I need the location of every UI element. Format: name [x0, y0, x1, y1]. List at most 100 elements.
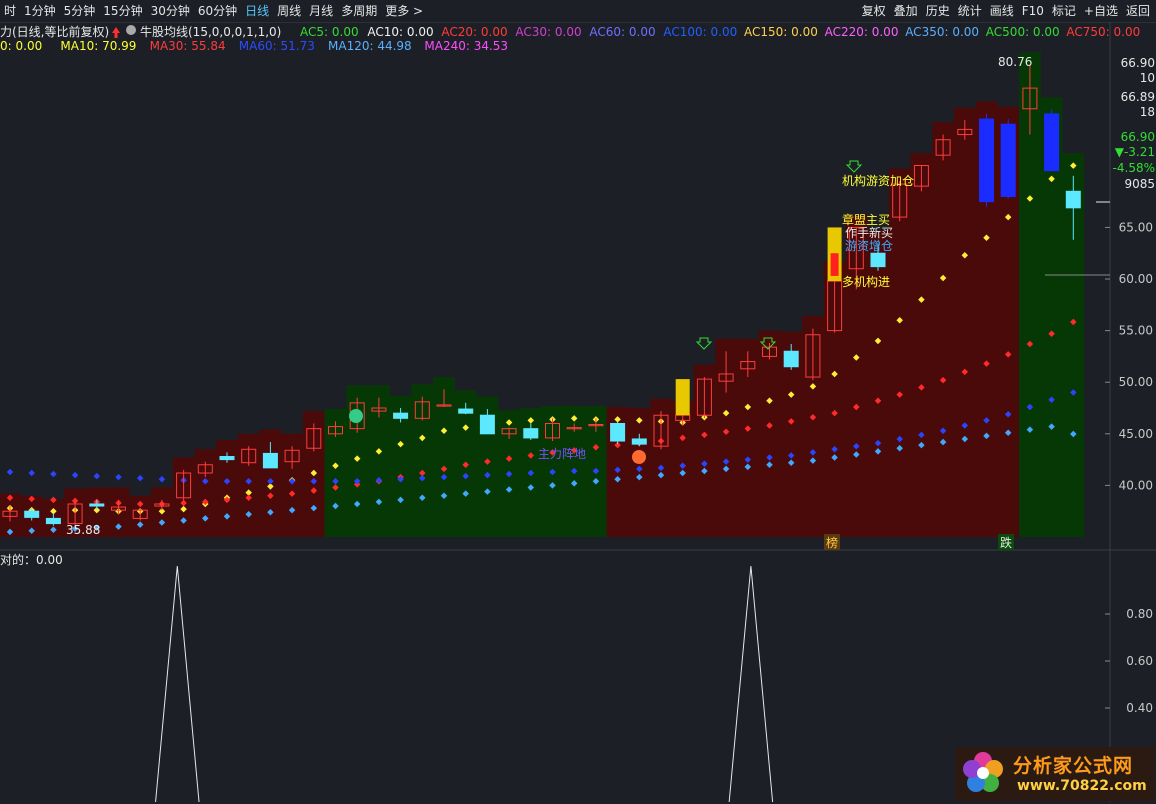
- indicator-title: 力(日线,等比前复权): [0, 24, 109, 39]
- candle-body[interactable]: [631, 438, 647, 445]
- price-label-2: 55.00: [1119, 324, 1153, 338]
- ma-dot-ma60: [136, 474, 144, 482]
- period-tab-6[interactable]: 日线: [241, 0, 273, 22]
- watermark: 分析家公式网 www.70822.com: [955, 747, 1155, 801]
- ma-dot-ma60: [50, 470, 57, 478]
- candle-body[interactable]: [24, 510, 40, 518]
- annotation-youzi: 游资增仓: [845, 239, 893, 253]
- candle-body[interactable]: [979, 118, 994, 203]
- settings-icon[interactable]: [126, 25, 136, 35]
- period-toolbar: 时 1分钟 5分钟 15分钟 30分钟 60分钟 日线 周线 月线 多周期 更多 > 复权 叠加 历史统…: [0, 0, 1156, 23]
- ac-item-0: AC5: 0.00: [300, 25, 359, 39]
- ma-dot-ma60: [71, 471, 79, 479]
- ma-item-3: MA60: 51.73: [239, 39, 315, 53]
- period-tab-3[interactable]: 15分钟: [99, 0, 146, 22]
- quote-info-0: 66.90: [1121, 56, 1155, 70]
- ma-dot-ma60: [115, 473, 122, 481]
- price-label-4: 45.00: [1119, 427, 1153, 441]
- ma-item-4: MA120: 44.98: [328, 39, 412, 53]
- price-label-3: 50.00: [1119, 375, 1153, 389]
- annotation-zuoshou: 作手新买: [845, 225, 893, 240]
- period-tab-1[interactable]: 1分钟: [20, 0, 60, 22]
- period-tab-5[interactable]: 60分钟: [194, 0, 241, 22]
- annotation-duojigou: 多机构进: [842, 274, 890, 289]
- signal-bar-red: [830, 253, 839, 276]
- period-tab-4[interactable]: 30分钟: [147, 0, 194, 22]
- ma-dot-ma60: [158, 475, 166, 483]
- toolbar-action-5[interactable]: F10: [1018, 0, 1048, 22]
- candle-body[interactable]: [1000, 123, 1016, 197]
- toolbar-action-2[interactable]: 历史: [922, 0, 954, 22]
- ac-item-8: AC350: 0.00: [905, 25, 979, 39]
- ac-item-10: AC750: 0.00: [1066, 25, 1140, 39]
- toolbar-action-7[interactable]: +自选: [1080, 0, 1122, 22]
- toolbar-action-1[interactable]: 叠加: [890, 0, 922, 22]
- candle-body[interactable]: [783, 350, 799, 368]
- up-arrow-icon: [112, 27, 120, 38]
- ac-item-7: AC220: 0.00: [825, 25, 899, 39]
- period-tab-8[interactable]: 月线: [305, 0, 337, 22]
- candle-body[interactable]: [45, 517, 61, 525]
- kline-chart: 力(日线,等比前复权) 牛股均线(15,0,0,0,1,1,0) AC5: 0.00…: [0, 22, 1156, 802]
- candle-body[interactable]: [219, 456, 235, 461]
- candle-body[interactable]: [610, 422, 626, 442]
- price-label-5: 40.00: [1119, 478, 1153, 492]
- candle-body[interactable]: [89, 503, 105, 507]
- quote-info-2: 66.89: [1121, 90, 1155, 104]
- quote-info-1: 10: [1140, 71, 1155, 85]
- ac-item-9: AC500: 0.00: [986, 25, 1060, 39]
- quote-info-5: ▼-3.21: [1115, 145, 1155, 159]
- down-arrow-icon: [695, 337, 713, 350]
- candle-body[interactable]: [393, 412, 409, 419]
- candle-body[interactable]: [523, 428, 539, 439]
- ma-item-1: MA10: 70.99: [60, 39, 136, 53]
- quote-info-6: -4.58%: [1113, 161, 1155, 175]
- toolbar-action-0[interactable]: 复权: [858, 0, 890, 22]
- check-icon: [349, 409, 363, 423]
- trend-area-2: [606, 101, 1020, 537]
- period-tab-9[interactable]: 多周期: [337, 0, 381, 22]
- period-tab-10[interactable]: 更多 >: [381, 0, 427, 22]
- period-tabs: 时 1分钟 5分钟 15分钟 30分钟 60分钟 日线 周线 月线 多周期 更多 >: [0, 0, 427, 22]
- quote-info-7: 9085: [1124, 177, 1155, 191]
- candle-body[interactable]: [479, 414, 495, 435]
- watermark-url: www.70822.com: [1017, 778, 1147, 794]
- sub-label-2: 0.40: [1126, 701, 1153, 715]
- toolbar-action-4[interactable]: 画线: [986, 0, 1018, 22]
- annotation-jigou: 机构游资加仓: [842, 173, 914, 188]
- period-tab-2[interactable]: 5分钟: [60, 0, 100, 22]
- annotation-zhuli: 主力阵地: [538, 447, 586, 461]
- period-tab-0[interactable]: 时: [0, 0, 20, 22]
- warning-icon: [632, 450, 646, 464]
- down-arrow-icon: [845, 160, 863, 173]
- ac-item-1: AC10: 0.00: [367, 25, 433, 39]
- candle-body[interactable]: [1044, 113, 1060, 172]
- candle-body[interactable]: [870, 252, 886, 268]
- watermark-title: 分析家公式网: [1013, 755, 1134, 777]
- ac-item-2: AC20: 0.00: [441, 25, 507, 39]
- period-tab-7[interactable]: 周线: [273, 0, 305, 22]
- ma-dot-ma60: [93, 472, 101, 480]
- signal-bar: [675, 379, 690, 416]
- sub-panel-title: 对的：0.00: [0, 552, 63, 567]
- tag-die: 跌: [1000, 535, 1012, 550]
- toolbar-action-6[interactable]: 标记: [1048, 0, 1080, 22]
- toolbar-action-8[interactable]: 返回: [1122, 0, 1154, 22]
- price-label-1: 60.00: [1119, 272, 1153, 286]
- quote-info-4: 66.90: [1121, 130, 1155, 144]
- tag-bang: 榜: [826, 535, 838, 550]
- ma-item-5: MA240: 34.53: [424, 39, 508, 53]
- low-label: 35.88: [66, 523, 100, 537]
- candle-body[interactable]: [458, 408, 474, 414]
- toolbar-action-3[interactable]: 统计: [954, 0, 986, 22]
- high-label: 80.76: [998, 55, 1032, 69]
- ac-item-3: AC30: 0.00: [515, 25, 581, 39]
- ac-item-5: AC100: 0.00: [663, 25, 737, 39]
- price-label-0: 65.00: [1119, 220, 1153, 234]
- candle-body[interactable]: [262, 452, 278, 469]
- candle-body[interactable]: [1065, 190, 1081, 209]
- ac-item-4: AC60: 0.00: [589, 25, 655, 39]
- ma-dot-ma60: [28, 469, 35, 477]
- ma-item-2: MA30: 55.84: [150, 39, 226, 53]
- ac-item-6: AC150: 0.00: [744, 25, 818, 39]
